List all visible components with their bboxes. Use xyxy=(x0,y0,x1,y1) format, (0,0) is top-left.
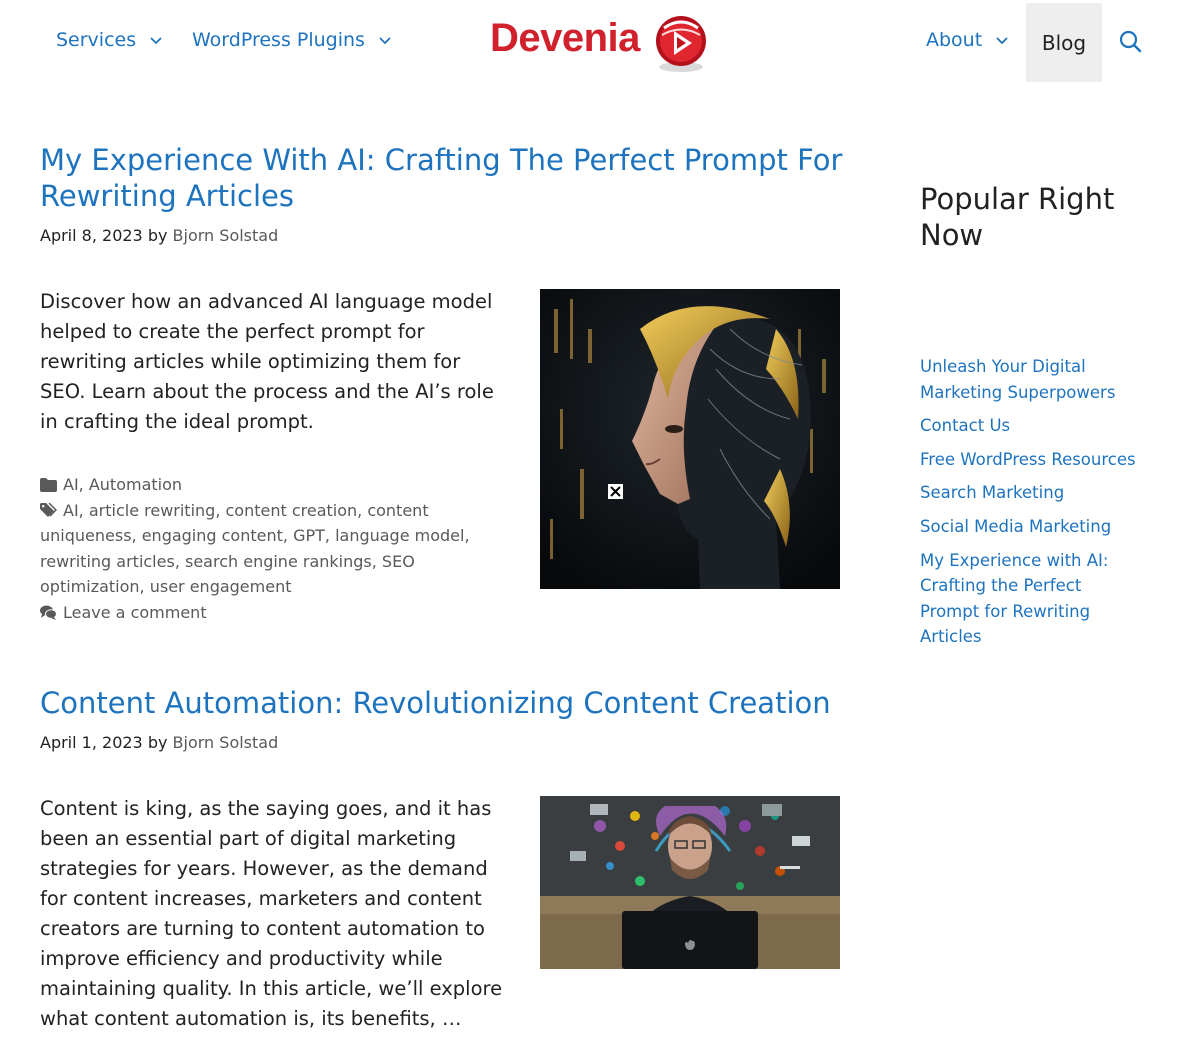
list-item: My Experience with AI: Crafting the Perf… xyxy=(920,548,1140,650)
post-excerpt: Discover how an advanced AI language mod… xyxy=(40,290,494,433)
folder-icon xyxy=(40,478,57,492)
list-item: Unleash Your Digital Marketing Superpowe… xyxy=(920,354,1140,405)
tag-link[interactable]: AI xyxy=(63,501,79,520)
post-meta: April 8, 2023 by Bjorn Solstad xyxy=(40,226,278,245)
post-author-link[interactable]: Bjorn Solstad xyxy=(173,226,279,245)
list-item: Free WordPress Resources xyxy=(920,447,1140,473)
popular-link[interactable]: Contact Us xyxy=(920,416,1010,435)
tag-link[interactable]: article rewriting xyxy=(89,501,215,520)
tag-link[interactable]: GPT xyxy=(293,526,325,545)
site-header: Services WordPress Plugins Devenia About… xyxy=(0,0,1186,84)
post-comments: Leave a comment xyxy=(40,600,490,626)
popular-posts-list: Unleash Your Digital Marketing Superpowe… xyxy=(920,354,1140,658)
tag-link[interactable]: content creation xyxy=(225,501,357,520)
post-tags: AI, article rewriting, content creation,… xyxy=(40,500,470,597)
post-footer-meta: AI, Automation AI, article rewriting, co… xyxy=(40,472,490,626)
nav-about[interactable]: About xyxy=(926,29,1010,51)
tag-link[interactable]: engaging content xyxy=(142,526,283,545)
post-thumbnail-ai-robot[interactable] xyxy=(540,289,840,589)
list-item: Search Marketing xyxy=(920,480,1140,506)
post-excerpt: Content is king, as the saying goes, and… xyxy=(40,797,503,1030)
popular-link[interactable]: Unleash Your Digital Marketing Superpowe… xyxy=(920,357,1115,402)
site-logo[interactable]: Devenia xyxy=(490,14,712,76)
tag-link[interactable]: search engine rankings xyxy=(185,552,372,571)
search-icon xyxy=(1119,30,1142,53)
post-categories: AI, Automation xyxy=(40,472,490,498)
post-title-link[interactable]: My Experience With AI: Crafting The Perf… xyxy=(40,143,842,213)
post-by: by xyxy=(147,733,168,752)
popular-link[interactable]: My Experience with AI: Crafting the Perf… xyxy=(920,551,1108,647)
comments-icon xyxy=(40,605,57,620)
chevron-down-icon xyxy=(377,32,393,48)
nav-wordpress-plugins[interactable]: WordPress Plugins xyxy=(192,29,393,51)
post-author-link[interactable]: Bjorn Solstad xyxy=(173,733,279,752)
leave-comment-link[interactable]: Leave a comment xyxy=(63,603,207,622)
post-thumbnail-content-automation[interactable] xyxy=(540,796,840,969)
chevron-down-icon xyxy=(148,32,164,48)
nav-blog-label: Blog xyxy=(1041,30,1087,55)
nav-services[interactable]: Services xyxy=(56,29,164,51)
post-title-link[interactable]: Content Automation: Revolutionizing Cont… xyxy=(40,686,831,720)
category-ai[interactable]: AI xyxy=(63,475,79,494)
nav-about-label: About xyxy=(926,29,983,51)
post-date: April 1, 2023 xyxy=(40,733,143,752)
popular-link[interactable]: Free WordPress Resources xyxy=(920,450,1136,469)
post-meta: April 1, 2023 by Bjorn Solstad xyxy=(40,733,278,752)
tag-icon xyxy=(40,502,57,517)
list-item: Social Media Marketing xyxy=(920,514,1140,540)
tag-link[interactable]: language model xyxy=(335,526,464,545)
post-date: April 8, 2023 xyxy=(40,226,143,245)
popular-link[interactable]: Social Media Marketing xyxy=(920,517,1111,536)
post-title[interactable]: My Experience With AI: Crafting The Perf… xyxy=(40,142,860,214)
nav-services-label: Services xyxy=(56,29,137,51)
list-item: Contact Us xyxy=(920,413,1140,439)
post-title[interactable]: Content Automation: Revolutionizing Cont… xyxy=(40,685,860,721)
tag-link[interactable]: user engagement xyxy=(150,577,292,596)
post-by: by xyxy=(147,226,168,245)
sidebar-widget-title: Popular Right Now xyxy=(920,182,1115,252)
category-automation[interactable]: Automation xyxy=(89,475,182,494)
nav-plugins-label: WordPress Plugins xyxy=(192,29,365,51)
chevron-down-icon xyxy=(994,32,1010,48)
popular-link[interactable]: Search Marketing xyxy=(920,483,1064,502)
nav-blog[interactable]: Blog xyxy=(1026,3,1102,82)
tag-link[interactable]: rewriting articles xyxy=(40,552,175,571)
logo-wordmark: Devenia xyxy=(490,16,640,60)
search-button[interactable] xyxy=(1118,29,1144,55)
logo-mark-icon xyxy=(656,16,706,72)
